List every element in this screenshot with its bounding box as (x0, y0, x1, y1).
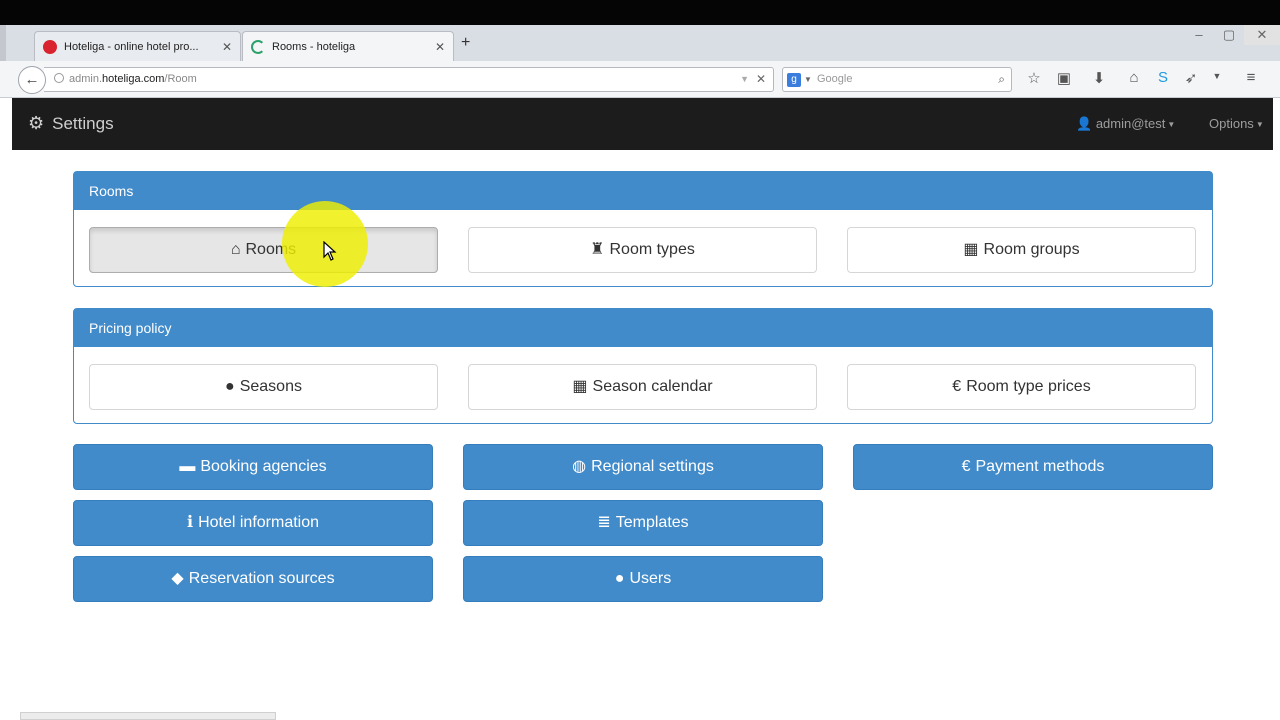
button-label: Templates (615, 514, 689, 531)
window-close-icon[interactable]: ✕ (1244, 25, 1280, 45)
button-label: Seasons (239, 378, 302, 395)
users-button[interactable]: ● Users (463, 556, 823, 602)
url-bar[interactable]: admin.hoteliga.com/Room ▼ ✕ (44, 67, 774, 92)
pricing-policy-panel: Pricing policy ● Seasons ▦ Season calendar… (73, 308, 1213, 424)
gear-icon: ⚙ (28, 113, 45, 133)
info-sign-icon: ℹ (186, 514, 194, 531)
home-icon[interactable]: ⌂ (1124, 69, 1144, 86)
button-label: Regional settings (591, 458, 714, 475)
booking-agencies-button[interactable]: ▬ Booking agencies (73, 444, 433, 490)
options-label: Options (1209, 116, 1254, 131)
templates-button[interactable]: ≣ Templates (463, 500, 823, 546)
tab-strip: – ▢ ✕ Hoteliga - online hotel pro... ✕ R… (0, 25, 1280, 61)
caret-down-icon: ▼ (1167, 120, 1176, 129)
rooms-panel: Rooms ⌂ Rooms ♜ Room types ▦ Room groups (73, 171, 1213, 287)
chess-rook-icon: ♜ (590, 241, 605, 258)
hamburger-menu-icon[interactable]: ≡ (1241, 69, 1261, 86)
new-tab-icon[interactable]: + (461, 34, 470, 52)
calendar-icon: ▦ (572, 378, 588, 395)
seasons-button[interactable]: ● Seasons (89, 364, 438, 410)
button-label: Room groups (983, 241, 1080, 258)
url-host: hoteliga.com (102, 73, 165, 85)
search-icon[interactable]: ⌕ (998, 68, 1005, 91)
minimize-icon[interactable]: – (1184, 25, 1214, 45)
bookmarks-menu-icon[interactable]: ▣ (1054, 69, 1074, 87)
button-label: Season calendar (592, 378, 713, 395)
skype-icon[interactable]: S (1153, 69, 1173, 86)
user-icon: 👤 (1076, 116, 1093, 131)
url-host-prefix: admin. (69, 73, 103, 85)
maximize-icon[interactable]: ▢ (1214, 25, 1244, 45)
download-icon[interactable]: ⬇ (1089, 69, 1109, 87)
button-label: Hotel information (198, 514, 320, 531)
button-label: Users (629, 570, 672, 587)
button-label: Payment methods (975, 458, 1105, 475)
rooms-button[interactable]: ⌂ Rooms (89, 227, 438, 273)
panel-title: Pricing policy (74, 309, 1212, 347)
button-label: Room types (609, 241, 695, 258)
tab-close-icon[interactable]: ✕ (435, 40, 445, 54)
align-left-icon: ≣ (597, 514, 611, 531)
google-icon[interactable]: g (787, 73, 801, 87)
room-types-button[interactable]: ♜ Room types (468, 227, 817, 273)
globe-icon (54, 73, 64, 83)
globe-icon: ◍ (572, 458, 587, 475)
user-name: admin@test (1095, 116, 1166, 131)
euro-icon: € (952, 378, 962, 395)
th-large-icon: ▦ (963, 241, 979, 258)
bookmark-star-icon[interactable]: ☆ (1024, 69, 1044, 87)
mouse-cursor-icon (323, 241, 337, 261)
hotel-information-button[interactable]: ℹ Hotel information (73, 500, 433, 546)
brand-label: Settings (52, 114, 114, 133)
caret-down-icon: ▼ (1255, 120, 1264, 129)
user-icon: ● (614, 570, 625, 587)
url-dropdown-icon[interactable]: ▼ (740, 68, 749, 91)
button-label: Reservation sources (188, 570, 335, 587)
room-groups-button[interactable]: ▦ Room groups (847, 227, 1196, 273)
search-placeholder: Google (817, 73, 853, 85)
tab-title: Rooms - hoteliga (272, 40, 356, 53)
settings-brand[interactable]: ⚙ Settings (28, 113, 114, 134)
horizontal-scrollbar[interactable] (20, 712, 276, 720)
button-label: Room type prices (966, 378, 1091, 395)
panel-title: Rooms (74, 172, 1212, 210)
user-menu[interactable]: 👤 admin@test ▼ (1076, 116, 1175, 132)
euro-icon: € (961, 458, 971, 475)
tab-close-icon[interactable]: ✕ (222, 40, 232, 54)
tab-title: Hoteliga - online hotel pro... (64, 40, 199, 53)
app-navbar: ⚙ Settings 👤 admin@test ▼ Options ▼ (12, 98, 1273, 150)
reservation-sources-button[interactable]: ◆ Reservation sources (73, 556, 433, 602)
regional-settings-button[interactable]: ◍ Regional settings (463, 444, 823, 490)
room-type-prices-button[interactable]: € Room type prices (847, 364, 1196, 410)
options-menu[interactable]: Options ▼ (1209, 116, 1264, 131)
hoteliga-favicon-icon (43, 39, 57, 54)
loading-favicon-icon (251, 39, 265, 54)
search-input[interactable]: g ▼ Google ⌕ (782, 67, 1012, 92)
back-button[interactable]: ← (18, 66, 46, 94)
search-engine-caret-icon[interactable]: ▼ (804, 68, 812, 91)
home-icon: ⌂ (230, 241, 241, 258)
stop-icon[interactable]: ✕ (756, 68, 766, 91)
extension-caret-icon[interactable]: ▼ (1207, 71, 1227, 81)
payment-methods-button[interactable]: € Payment methods (853, 444, 1213, 490)
button-label: Booking agencies (200, 458, 327, 475)
url-path: /Room (164, 73, 197, 85)
browser-navbar: admin.hoteliga.com/Room ▼ ✕ ← g ▼ Google… (0, 61, 1280, 98)
browser-tab-rooms[interactable]: Rooms - hoteliga ✕ (242, 31, 454, 61)
send-icon[interactable]: ➶ (1181, 69, 1201, 87)
screen-top-border (0, 0, 1280, 25)
browser-tab-hoteliga[interactable]: Hoteliga - online hotel pro... ✕ (34, 31, 241, 61)
tag-icon: ◆ (171, 570, 184, 587)
briefcase-icon: ▬ (179, 458, 196, 475)
circle-icon: ● (225, 378, 235, 395)
season-calendar-button[interactable]: ▦ Season calendar (468, 364, 817, 410)
